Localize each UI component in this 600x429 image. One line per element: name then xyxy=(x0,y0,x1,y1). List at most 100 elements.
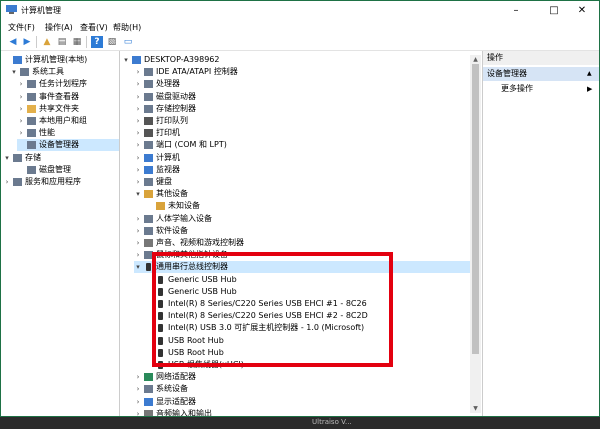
device-tree-item[interactable]: › 显示适配器 xyxy=(134,396,470,408)
collapse-arrow-icon[interactable]: ▾ xyxy=(122,54,130,66)
expand-arrow-icon[interactable]: › xyxy=(17,103,25,115)
device-tree-item[interactable]: › 存储控制器 xyxy=(134,103,470,115)
expand-arrow-icon[interactable]: › xyxy=(3,176,11,188)
expand-arrow-icon[interactable]: › xyxy=(134,164,142,176)
expand-arrow-icon[interactable]: › xyxy=(134,78,142,90)
menu-file[interactable]: 文件(F) xyxy=(8,22,35,33)
expand-arrow-icon[interactable]: › xyxy=(134,249,142,261)
menu-action[interactable]: 操作(A) xyxy=(45,22,73,33)
close-button[interactable]: ✕ xyxy=(563,1,599,20)
device-tree-item[interactable]: Intel(R) 8 Series/C220 Series USB EHCI #… xyxy=(146,310,470,322)
collapse-arrow-icon[interactable]: ▾ xyxy=(10,66,18,78)
menu-view[interactable]: 查看(V) xyxy=(80,22,108,33)
vertical-scrollbar[interactable]: ▲ ▼ xyxy=(470,55,481,413)
scrollbar-thumb[interactable] xyxy=(472,64,479,354)
tree-item-label: 未知设备 xyxy=(168,201,200,211)
console-tree-item[interactable]: 设备管理器 xyxy=(17,139,119,152)
console-tree-item[interactable]: › 本地用户和组 xyxy=(17,115,119,127)
expand-arrow-icon[interactable]: › xyxy=(134,103,142,115)
up-folder-icon[interactable]: ▲ xyxy=(41,36,53,48)
device-tree-item[interactable]: › 打印机 xyxy=(134,127,470,139)
console-tree-item[interactable]: › 事件查看器 xyxy=(17,91,119,103)
console-tree-item[interactable]: ▾ 存储 xyxy=(3,152,119,164)
clock-icon xyxy=(27,80,36,89)
expand-arrow-icon[interactable]: › xyxy=(134,127,142,139)
tree-item-label: 共享文件夹 xyxy=(39,103,79,113)
expand-arrow-icon[interactable]: › xyxy=(134,91,142,103)
device-tree-item[interactable]: › IDE ATA/ATAPI 控制器 xyxy=(134,66,470,78)
mouse-icon xyxy=(144,251,153,260)
tree-item-label: Intel(R) 8 Series/C220 Series USB EHCI #… xyxy=(168,299,367,308)
properties-icon[interactable]: ▦ xyxy=(71,36,83,48)
expand-arrow-icon[interactable]: › xyxy=(17,78,25,90)
device-tree-item[interactable]: Intel(R) 8 Series/C220 Series USB EHCI #… xyxy=(146,298,470,310)
device-tree-item[interactable]: › 端口 (COM 和 LPT) xyxy=(134,139,470,151)
device-tree-item[interactable]: › 网络适配器 xyxy=(134,371,470,383)
expand-arrow-icon[interactable]: › xyxy=(17,127,25,139)
device-tree-item[interactable]: USB 根集线器(xHCI) xyxy=(146,359,470,371)
scroll-up-arrow-icon[interactable]: ▲ xyxy=(470,55,481,64)
help-icon[interactable]: ? xyxy=(91,36,103,48)
device-tree-item[interactable]: 未知设备 xyxy=(146,200,470,212)
console-tree-item[interactable]: › 任务计划程序 xyxy=(17,78,119,90)
device-tree-item[interactable]: › 监视器 xyxy=(134,164,470,176)
device-tree-item[interactable]: ▾ 通用串行总线控制器 xyxy=(134,261,470,274)
collapse-arrow-icon[interactable]: ▾ xyxy=(3,152,11,164)
device-tree-item[interactable]: › 鼠标和其他指针设备 xyxy=(134,249,470,261)
device-tree-item[interactable]: ▾ 其他设备 xyxy=(134,188,470,200)
expand-arrow-icon[interactable]: › xyxy=(134,371,142,383)
expand-arrow-icon[interactable]: › xyxy=(134,213,142,225)
device-tree-item[interactable]: › 系统设备 xyxy=(134,383,470,395)
device-tree-pane: ▾ DESKTOP-A398962 › IDE ATA/ATAPI 控制器 › 处理器 › 磁… xyxy=(120,51,483,416)
device-tree-item[interactable]: USB Root Hub xyxy=(146,347,470,359)
expand-arrow-icon[interactable]: › xyxy=(134,152,142,164)
expand-arrow-icon[interactable]: › xyxy=(134,237,142,249)
taskbar-item[interactable]: Ultraiso V... xyxy=(312,418,352,426)
menu-help[interactable]: 帮助(H) xyxy=(113,22,141,33)
help-topics-icon[interactable]: ▧ xyxy=(106,36,118,48)
expand-arrow-icon[interactable]: › xyxy=(134,383,142,395)
device-tree-item[interactable]: › 打印队列 xyxy=(134,115,470,127)
device-tree-item[interactable]: › 人体学输入设备 xyxy=(134,213,470,225)
device-tree-item[interactable]: ▾ DESKTOP-A398962 xyxy=(122,54,470,66)
storage-controller-icon xyxy=(144,104,153,113)
device-tree-item[interactable]: › 音频输入和输出 xyxy=(134,408,470,416)
more-actions-link[interactable]: 更多操作 xyxy=(501,83,533,95)
console-tree-item[interactable]: 计算机管理(本地) xyxy=(3,54,119,66)
collapse-arrow-icon[interactable]: ▾ xyxy=(134,188,142,200)
console-tree-item[interactable]: 磁盘管理 xyxy=(17,164,119,176)
device-tree-item[interactable]: › 计算机 xyxy=(134,152,470,164)
minimize-button[interactable]: – xyxy=(497,1,535,20)
expand-arrow-icon[interactable]: › xyxy=(134,408,142,416)
other-device-icon xyxy=(144,190,153,199)
console-tree-item[interactable]: › 共享文件夹 xyxy=(17,103,119,115)
expand-arrow-icon[interactable]: › xyxy=(17,91,25,103)
device-tree-item[interactable]: › 软件设备 xyxy=(134,225,470,237)
expand-arrow-icon[interactable]: › xyxy=(134,176,142,188)
expand-arrow-icon[interactable]: › xyxy=(134,115,142,127)
console-tree-item[interactable]: ▾ 系统工具 xyxy=(10,66,119,78)
device-tree-item[interactable]: › 键盘 xyxy=(134,176,470,188)
console-tree-item[interactable]: › 性能 xyxy=(17,127,119,139)
device-tree-item[interactable]: Generic USB Hub xyxy=(146,274,470,286)
scroll-down-arrow-icon[interactable]: ▼ xyxy=(470,404,481,413)
back-arrow-icon[interactable]: ◀ xyxy=(7,36,19,48)
expand-arrow-icon[interactable]: › xyxy=(134,66,142,78)
forward-arrow-icon[interactable]: ▶ xyxy=(21,36,33,48)
collapse-arrow-icon[interactable]: ▾ xyxy=(134,261,142,273)
expand-arrow-icon[interactable]: › xyxy=(134,396,142,408)
show-hide-tree-icon[interactable]: ▤ xyxy=(56,36,68,48)
device-tree-item[interactable]: › 声音、视频和游戏控制器 xyxy=(134,237,470,249)
device-tree-item[interactable]: Generic USB Hub xyxy=(146,286,470,298)
device-tree-item[interactable]: › 磁盘驱动器 xyxy=(134,91,470,103)
device-tree-item[interactable]: › 处理器 xyxy=(134,78,470,90)
title-bar[interactable]: 计算机管理 – □ ✕ xyxy=(1,1,599,20)
expand-arrow-icon[interactable]: › xyxy=(134,225,142,237)
device-tree-item[interactable]: USB Root Hub xyxy=(146,335,470,347)
expand-arrow-icon[interactable]: › xyxy=(134,139,142,151)
actions-section-device-manager[interactable]: 设备管理器 xyxy=(483,67,599,81)
monitor-view-icon[interactable]: ▭ xyxy=(122,36,134,48)
console-tree-item[interactable]: › 服务和应用程序 xyxy=(3,176,119,188)
device-tree-item[interactable]: Intel(R) USB 3.0 可扩展主机控制器 - 1.0 (Microso… xyxy=(146,322,470,334)
expand-arrow-icon[interactable]: › xyxy=(17,115,25,127)
